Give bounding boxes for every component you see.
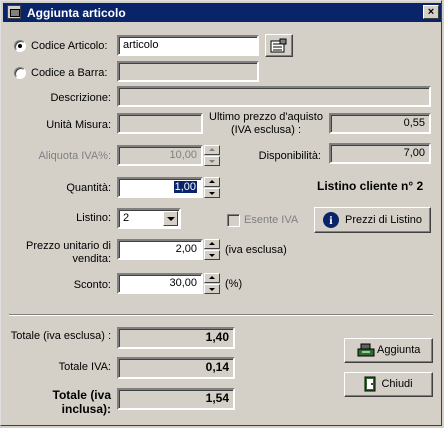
totale-inclusa-label: Totale (iva inclusa): — [52, 388, 111, 416]
dialog-window: Aggiunta articolo × Codice Articolo: art… — [0, 0, 442, 426]
totale-inclusa-field: 1,54 — [117, 388, 235, 410]
listino-select[interactable]: 2 — [117, 208, 181, 229]
codice-articolo-radio[interactable] — [14, 40, 26, 52]
quantita-label: Quantità: — [66, 182, 111, 194]
exit-door-icon — [364, 376, 376, 392]
spin-up-icon[interactable] — [204, 177, 220, 187]
aliquota-iva-label: Aliquota IVA%: — [38, 150, 111, 162]
separator — [9, 314, 433, 316]
spin-down-icon[interactable] — [204, 250, 220, 260]
spin-down-icon[interactable] — [204, 156, 220, 166]
sconto-label: Sconto: — [73, 279, 111, 291]
listino-selected-value: 2 — [123, 212, 130, 224]
prezzo-unitario-spinner[interactable] — [204, 239, 220, 260]
spin-down-icon[interactable] — [204, 188, 220, 198]
esente-iva-label: Esente IVA — [244, 214, 299, 226]
prezzi-listino-label: Prezzi di Listino — [345, 214, 423, 226]
sconto-input[interactable]: 30,00 — [117, 273, 203, 294]
disponibilita-field: 7,00 — [329, 143, 431, 164]
window-title: Aggiunta articolo — [27, 6, 126, 20]
spin-down-icon[interactable] — [204, 284, 220, 294]
cash-register-icon — [357, 343, 375, 357]
prezzo-unitario-input[interactable]: 2,00 — [117, 239, 203, 260]
disponibilita-label: Disponibilità: — [258, 150, 321, 162]
prezzi-listino-button[interactable]: i Prezzi di Listino — [314, 207, 431, 233]
totale-iva-label: Totale IVA: — [58, 361, 111, 373]
browse-list-icon — [270, 38, 287, 53]
codice-articolo-label: Codice Articolo: — [31, 40, 108, 52]
spin-up-icon[interactable] — [204, 273, 220, 283]
ultimo-prezzo-label: Ultimo prezzo d'aquisto (IVA esclusa) : — [209, 111, 323, 136]
descrizione-field — [117, 86, 431, 107]
title-bar[interactable]: Aggiunta articolo × — [3, 3, 441, 22]
search-articolo-button[interactable] — [265, 34, 293, 57]
aggiunta-button[interactable]: Aggiunta — [344, 338, 433, 363]
totale-esclusa-field: 1,40 — [117, 327, 235, 349]
sconto-unit: (%) — [225, 278, 243, 290]
sconto-spinner[interactable] — [204, 273, 220, 294]
codice-articolo-input[interactable]: articolo — [117, 35, 259, 56]
listino-label: Listino: — [76, 212, 111, 224]
codice-barra-input[interactable] — [117, 61, 259, 82]
aliquota-iva-spinner[interactable] — [204, 145, 220, 166]
esente-iva-checkbox[interactable] — [227, 214, 240, 227]
app-icon — [7, 5, 21, 19]
aliquota-iva-input[interactable]: 10,00 — [117, 145, 203, 166]
prezzo-unitario-label: Prezzo unitario di vendita: — [26, 240, 111, 265]
quantita-selected-value: 1,00 — [173, 181, 197, 193]
quantita-spinner[interactable] — [204, 177, 220, 198]
codice-barra-label: Codice a Barra: — [31, 67, 108, 79]
chiudi-label: Chiudi — [381, 378, 413, 390]
totale-esclusa-label: Totale (iva esclusa) : — [10, 330, 111, 342]
totale-iva-field: 0,14 — [117, 357, 235, 379]
unita-misura-label: Unità Misura: — [46, 119, 111, 131]
spin-up-icon[interactable] — [204, 145, 220, 155]
info-icon: i — [322, 212, 339, 229]
descrizione-label: Descrizione: — [50, 92, 111, 104]
quantita-input[interactable]: 1,00 — [117, 177, 203, 198]
chiudi-button[interactable]: Chiudi — [344, 372, 433, 397]
spin-up-icon[interactable] — [204, 239, 220, 249]
close-button[interactable]: × — [423, 5, 439, 19]
ultimo-prezzo-field: 0,55 — [329, 113, 431, 134]
unita-misura-field — [117, 113, 203, 134]
listino-cliente-label: Listino cliente n° 2 — [317, 179, 424, 193]
iva-esclusa-note: (iva esclusa) — [225, 244, 287, 256]
codice-barra-radio[interactable] — [14, 67, 26, 79]
aggiunta-label: Aggiunta — [377, 344, 421, 356]
chevron-down-icon[interactable] — [163, 211, 178, 226]
